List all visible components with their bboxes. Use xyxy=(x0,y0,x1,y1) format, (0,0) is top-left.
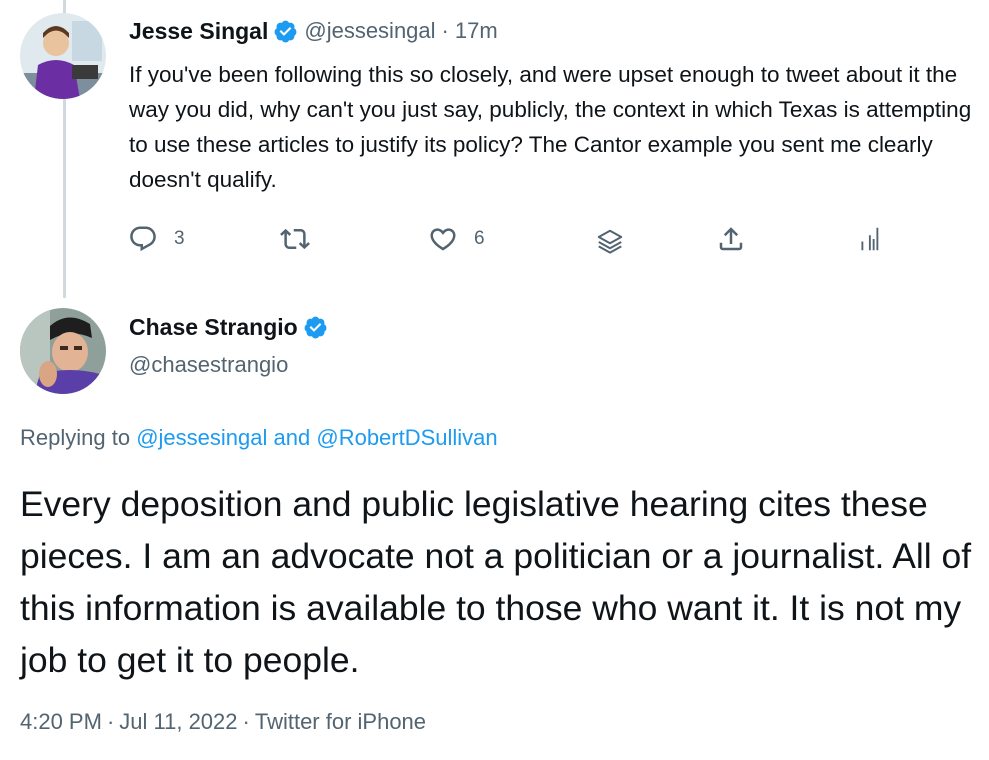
replying-prefix: Replying to xyxy=(20,425,131,450)
tweet1-header: Jesse Singal @jessesingal · 17m xyxy=(129,16,498,46)
tweet2-time[interactable]: 4:20 PM xyxy=(20,709,102,734)
heart-icon xyxy=(430,228,456,251)
avatar-chase-strangio[interactable] xyxy=(20,308,106,394)
reply-icon xyxy=(130,226,156,252)
tweet2-handle[interactable]: @chasestrangio xyxy=(129,352,288,378)
share-button[interactable] xyxy=(716,224,746,254)
tweet2-metadata: 4:20 PM · Jul 11, 2022 · Twitter for iPhone xyxy=(20,709,426,735)
retweet-icon xyxy=(280,228,310,250)
tweet2-display-name[interactable]: Chase Strangio xyxy=(129,314,298,341)
tweet1-handle[interactable]: @jessesingal xyxy=(304,18,435,44)
analytics-button[interactable] xyxy=(858,224,888,254)
replying-user-jessesingal[interactable]: @jessesingal xyxy=(136,425,267,450)
tweet1-separator: · xyxy=(441,18,449,43)
tweet2-source[interactable]: Twitter for iPhone xyxy=(255,709,426,734)
tweet2-header: Chase Strangio xyxy=(129,314,334,341)
analytics-icon xyxy=(861,227,879,251)
like-button[interactable]: 6 xyxy=(428,224,485,254)
share-icon xyxy=(719,227,743,251)
tweet2-text: Every deposition and public legislative … xyxy=(20,484,972,680)
replying-user-robertdsullivan[interactable]: @RobertDSullivan xyxy=(316,425,497,450)
like-count: 6 xyxy=(474,228,485,249)
tweet2-date[interactable]: Jul 11, 2022 xyxy=(119,709,237,734)
tweet1-text: If you've been following this so closely… xyxy=(129,62,972,192)
replying-and[interactable]: and xyxy=(274,425,311,450)
reply-count: 3 xyxy=(174,228,185,249)
stack-button[interactable] xyxy=(595,227,625,257)
replying-to-line: Replying to @jessesingal and @RobertDSul… xyxy=(20,425,498,451)
reply-button[interactable]: 3 xyxy=(128,224,185,254)
avatar-jesse-singal[interactable] xyxy=(20,13,106,99)
layers-icon xyxy=(597,229,623,254)
tweet1-timestamp[interactable]: 17m xyxy=(455,18,498,44)
verified-badge-icon xyxy=(304,316,327,339)
meta-separator-2: · xyxy=(242,709,250,734)
tweet1-display-name[interactable]: Jesse Singal xyxy=(129,18,268,45)
retweet-button[interactable] xyxy=(280,224,310,254)
verified-badge-icon xyxy=(274,20,297,42)
meta-separator-1: · xyxy=(106,709,115,734)
